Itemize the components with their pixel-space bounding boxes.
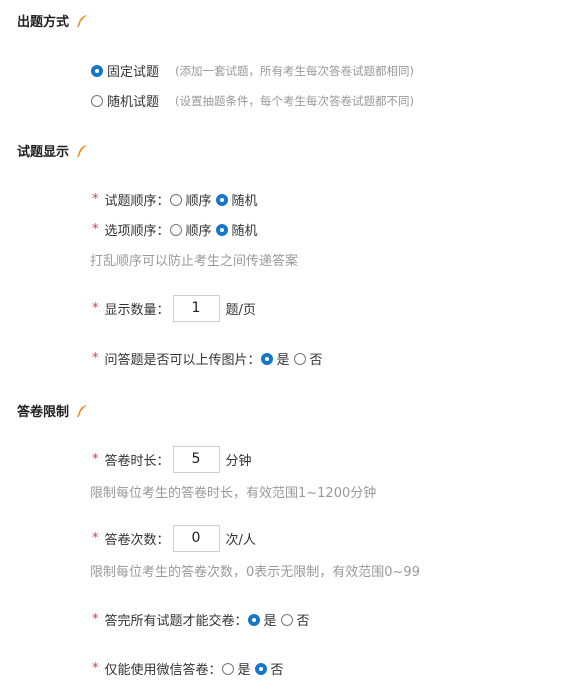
attempts-input[interactable]: 0 [172,525,220,552]
option-label: 顺序 [185,194,212,209]
option-label: 顺序 [185,224,212,239]
option-label: 是 [276,353,290,368]
required-mark: * [92,452,99,467]
attempts-label: 答卷次数： [104,533,170,548]
option-label: 否 [270,663,284,678]
wechat-only-yes-radio[interactable]: 是 [221,659,255,678]
question-order-sequential-radio[interactable]: 顺序 [169,190,216,209]
mode-fixed-radio[interactable]: 固定试题 [91,61,163,80]
mode-fixed-hint: (添加一套试题，所有考生每次答卷试题都相同) [175,63,414,78]
required-mark: * [92,531,99,546]
duration-hint: 限制每位考生的答卷时长，有效范围1~1200分钟 [90,486,377,501]
option-order-sequential-radio[interactable]: 顺序 [169,220,216,239]
required-mark: * [92,192,99,207]
attempts-row: * 答卷次数： 0 次/人 [92,525,256,552]
section-title-question-display: 试题显示 [17,141,88,160]
radio-selected[interactable] [247,613,260,626]
mode-fixed-row[interactable]: 固定试题 (添加一套试题，所有考生每次答卷试题都相同) [91,61,414,80]
option-label: 否 [309,353,323,368]
attempts-hint: 限制每位考生的答卷次数，0表示无限制，有效范围0~99 [90,565,420,580]
upload-image-row: * 问答题是否可以上传图片： 是 否 [92,349,327,368]
question-order-row: * 试题顺序： 顺序 随机 [92,190,262,209]
attempts-unit: 次/人 [225,533,256,548]
upload-image-yes-radio[interactable]: 是 [260,349,294,368]
radio-unselected[interactable] [169,193,182,206]
display-count-row: * 显示数量： 1 题/页 [92,295,256,322]
radio-selected[interactable] [215,193,228,206]
required-mark: * [92,612,99,627]
radio-selected[interactable] [254,662,267,675]
radio-selected[interactable] [215,223,228,236]
option-label: 否 [296,614,310,629]
duration-unit: 分钟 [225,454,252,469]
question-order-label: 试题顺序： [104,194,170,209]
required-mark: * [92,301,99,316]
question-order-random-radio[interactable]: 随机 [215,190,262,209]
feather-icon [77,144,88,157]
radio-selected[interactable] [91,64,103,77]
feather-icon [77,14,88,27]
radio-unselected[interactable] [169,223,182,236]
option-label: 是 [237,663,251,678]
section-title-question-mode: 出题方式 [17,11,88,30]
section-title-text: 试题显示 [17,145,70,160]
radio-unselected[interactable] [293,352,306,365]
display-count-unit: 题/页 [225,303,256,318]
display-count-label: 显示数量： [104,303,170,318]
duration-label: 答卷时长： [104,454,170,469]
option-order-label: 选项顺序： [104,224,170,239]
mode-random-label: 随机试题 [107,95,160,110]
radio-unselected[interactable] [280,613,293,626]
option-order-random-radio[interactable]: 随机 [215,220,262,239]
mode-fixed-label: 固定试题 [107,65,160,80]
required-mark: * [92,351,99,366]
section-title-text: 出题方式 [17,15,70,30]
must-complete-yes-radio[interactable]: 是 [247,610,281,629]
must-complete-label: 答完所有试题才能交卷： [104,614,248,629]
mode-random-radio[interactable]: 随机试题 [91,91,163,110]
option-label: 是 [263,614,277,629]
wechat-only-row: * 仅能使用微信答卷： 是 否 [92,659,288,678]
required-mark: * [92,222,99,237]
mode-random-hint: (设置抽题条件，每个考生每次答卷试题都不同) [175,93,414,108]
wechat-only-no-radio[interactable]: 否 [254,659,288,678]
option-order-row: * 选项顺序： 顺序 随机 [92,220,262,239]
must-complete-no-radio[interactable]: 否 [280,610,314,629]
option-label: 随机 [231,194,258,209]
display-count-input[interactable]: 1 [172,295,220,322]
feather-icon [77,404,88,417]
duration-input[interactable]: 5 [172,446,220,473]
duration-row: * 答卷时长： 5 分钟 [92,446,252,473]
mode-random-row[interactable]: 随机试题 (设置抽题条件，每个考生每次答卷试题都不同) [91,91,414,110]
radio-selected[interactable] [260,352,273,365]
order-hint: 打乱顺序可以防止考生之间传递答案 [90,254,299,269]
upload-image-no-radio[interactable]: 否 [293,349,327,368]
upload-image-label: 问答题是否可以上传图片： [104,353,261,368]
wechat-only-label: 仅能使用微信答卷： [104,663,222,678]
required-mark: * [92,661,99,676]
section-title-answer-limits: 答卷限制 [17,401,88,420]
option-label: 随机 [231,224,258,239]
section-title-text: 答卷限制 [17,405,70,420]
radio-unselected[interactable] [91,94,103,107]
must-complete-row: * 答完所有试题才能交卷： 是 否 [92,610,314,629]
radio-unselected[interactable] [221,662,234,675]
